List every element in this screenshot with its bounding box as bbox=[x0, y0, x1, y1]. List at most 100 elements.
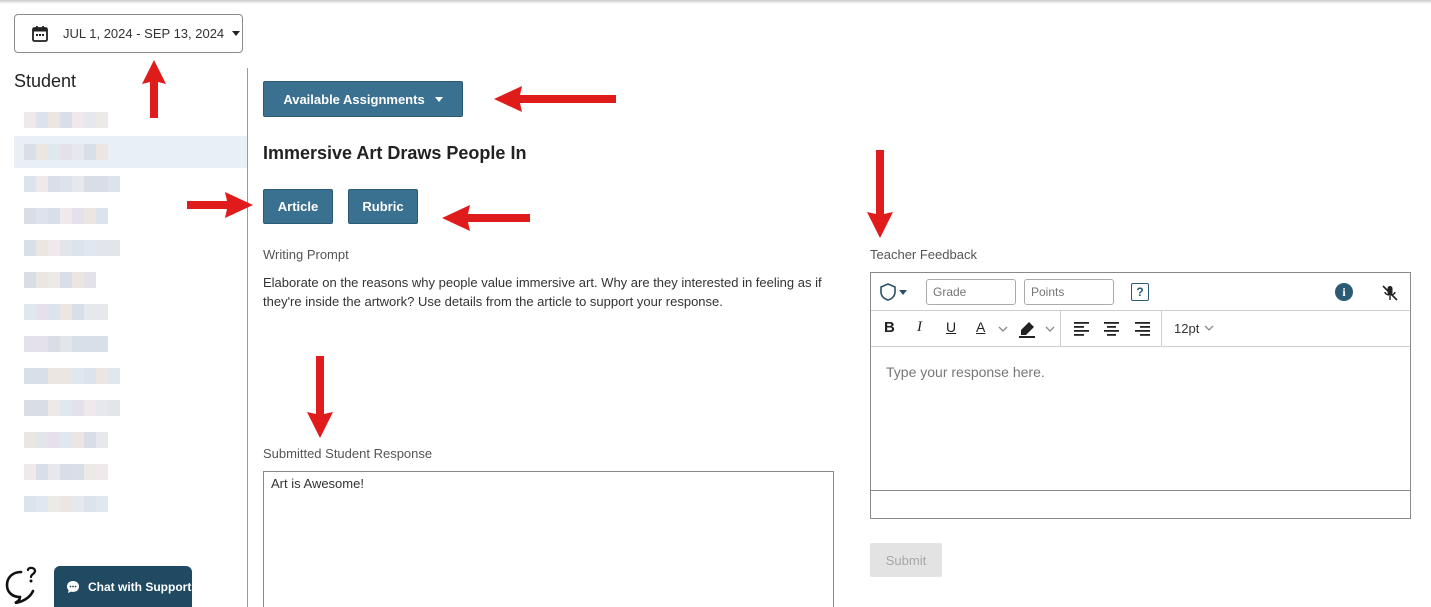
align-right-icon[interactable] bbox=[1135, 322, 1151, 336]
pixel-block bbox=[36, 496, 48, 512]
student-name-obscured bbox=[24, 240, 120, 256]
assignment-title: Immersive Art Draws People In bbox=[263, 143, 527, 163]
underline-button[interactable]: U bbox=[946, 319, 956, 335]
feedback-placeholder: Type your response here. bbox=[886, 364, 1045, 380]
pixel-block bbox=[60, 432, 72, 448]
pixel-block bbox=[24, 112, 36, 128]
chevron-down-icon[interactable] bbox=[1204, 324, 1214, 332]
student-response-label: Submitted Student Response bbox=[263, 446, 433, 461]
pixel-block bbox=[72, 400, 84, 416]
pixel-block bbox=[96, 240, 108, 256]
font-color-button[interactable]: A bbox=[976, 319, 985, 335]
student-response-text: Art is Awesome! bbox=[271, 476, 364, 491]
student-list bbox=[14, 104, 247, 520]
top-shadow bbox=[0, 0, 1431, 4]
shield-icon bbox=[880, 283, 896, 301]
pixel-block bbox=[60, 368, 72, 384]
student-list-item[interactable] bbox=[14, 328, 247, 360]
available-assignments-label: Available Assignments bbox=[283, 91, 425, 107]
student-name-obscured bbox=[24, 112, 108, 128]
align-center-icon[interactable] bbox=[1104, 322, 1120, 336]
date-range-picker[interactable]: JUL 1, 2024 - SEP 13, 2024 bbox=[14, 14, 243, 53]
rubric-button[interactable]: Rubric bbox=[348, 189, 418, 224]
student-list-item[interactable] bbox=[14, 104, 247, 136]
pixel-block bbox=[84, 176, 96, 192]
pixel-block bbox=[48, 304, 60, 320]
pixel-block bbox=[36, 272, 48, 288]
student-name-obscured bbox=[24, 368, 120, 384]
pixel-block bbox=[24, 336, 36, 352]
bold-button[interactable]: B bbox=[884, 319, 895, 336]
toolbar-separator bbox=[1060, 311, 1061, 347]
sidebar-divider bbox=[247, 68, 248, 607]
student-list-item[interactable] bbox=[14, 296, 247, 328]
student-list-item[interactable] bbox=[14, 360, 247, 392]
font-size-select[interactable]: 12pt bbox=[1174, 321, 1199, 336]
highlighter-icon[interactable] bbox=[1018, 320, 1036, 338]
pixel-block bbox=[60, 240, 72, 256]
chevron-down-icon[interactable] bbox=[998, 325, 1008, 333]
pixel-block bbox=[24, 240, 36, 256]
feedback-text-area[interactable]: Type your response here. bbox=[871, 347, 1410, 491]
pixel-block bbox=[60, 496, 72, 512]
info-icon[interactable]: i bbox=[1335, 283, 1353, 301]
pixel-block bbox=[60, 176, 72, 192]
chevron-down-icon[interactable] bbox=[1045, 325, 1055, 333]
student-list-item[interactable] bbox=[14, 488, 247, 520]
student-name-obscured bbox=[24, 304, 108, 320]
available-assignments-button[interactable]: Available Assignments bbox=[263, 81, 463, 117]
writing-prompt-text: Elaborate on the reasons why people valu… bbox=[263, 275, 822, 309]
pixel-block bbox=[36, 432, 48, 448]
pixel-block bbox=[24, 432, 36, 448]
pixel-block bbox=[96, 336, 108, 352]
pixel-block bbox=[36, 176, 48, 192]
pixel-block bbox=[36, 400, 48, 416]
points-input[interactable] bbox=[1024, 279, 1114, 305]
pixel-block bbox=[48, 496, 60, 512]
pixel-block bbox=[96, 208, 108, 224]
caret-down-icon bbox=[899, 289, 907, 295]
student-list-item[interactable] bbox=[14, 200, 247, 232]
editor-format-toolbar: B I U A 12pt bbox=[871, 311, 1410, 347]
pixel-block bbox=[84, 368, 96, 384]
student-list-item[interactable] bbox=[14, 424, 247, 456]
help-icon[interactable]: ? bbox=[1131, 283, 1149, 301]
student-list-item[interactable] bbox=[14, 232, 247, 264]
pixel-block bbox=[96, 112, 108, 128]
student-name-obscured bbox=[24, 336, 108, 352]
pixel-block bbox=[48, 464, 60, 480]
teacher-feedback-editor: ? i B I U A 12pt Type bbox=[870, 272, 1411, 519]
pixel-block bbox=[48, 368, 60, 384]
pixel-block bbox=[72, 240, 84, 256]
article-button[interactable]: Article bbox=[263, 189, 333, 224]
pixel-block bbox=[96, 464, 108, 480]
student-heading: Student bbox=[14, 71, 77, 91]
pixel-block bbox=[36, 368, 48, 384]
pixel-block bbox=[36, 304, 48, 320]
calendar-icon bbox=[32, 25, 48, 42]
align-left-icon[interactable] bbox=[1074, 322, 1090, 336]
student-list-item[interactable] bbox=[14, 264, 247, 296]
student-list-item[interactable] bbox=[14, 168, 247, 200]
grade-input[interactable] bbox=[926, 279, 1016, 305]
pixel-block bbox=[48, 240, 60, 256]
pixel-block bbox=[24, 272, 36, 288]
student-list-item[interactable] bbox=[14, 392, 247, 424]
pixel-block bbox=[24, 208, 36, 224]
pixel-block bbox=[24, 464, 36, 480]
chat-with-support-button[interactable]: Chat with Support bbox=[54, 566, 192, 607]
pixel-block bbox=[60, 144, 72, 160]
mic-off-icon[interactable] bbox=[1381, 284, 1399, 302]
pixel-block bbox=[72, 496, 84, 512]
italic-button[interactable]: I bbox=[917, 319, 922, 336]
pixel-block bbox=[84, 336, 96, 352]
student-list-item[interactable] bbox=[14, 456, 247, 488]
pixel-block bbox=[84, 464, 96, 480]
student-list-item[interactable] bbox=[14, 136, 247, 168]
pixel-block bbox=[108, 240, 120, 256]
student-response-box: Art is Awesome! bbox=[263, 471, 834, 607]
editor-grade-toolbar: ? i bbox=[871, 273, 1410, 311]
help-chat-icon[interactable] bbox=[4, 566, 40, 604]
security-menu[interactable] bbox=[880, 283, 907, 301]
submit-button[interactable]: Submit bbox=[870, 543, 942, 577]
